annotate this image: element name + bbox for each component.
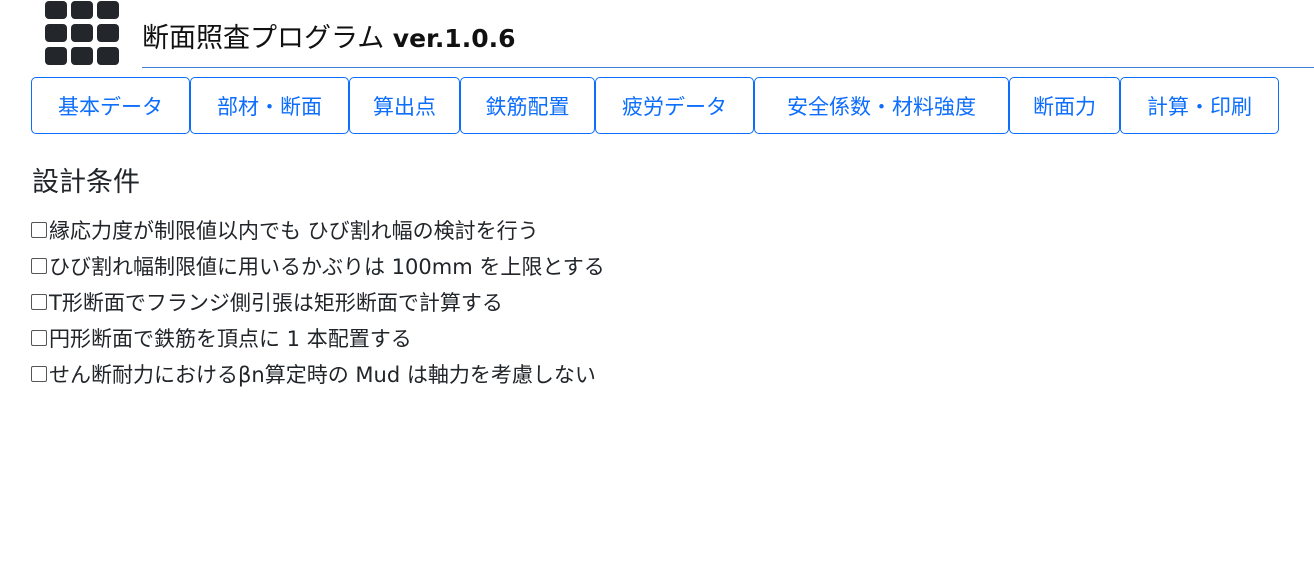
- checkbox[interactable]: [31, 366, 47, 382]
- option-label: ひび割れ幅制限値に用いるかぶりは 100mm を上限とする: [49, 255, 605, 279]
- grid-icon: [45, 1, 119, 65]
- tab-rebar-layout[interactable]: 鉄筋配置: [460, 77, 595, 134]
- option-cover-limit[interactable]: ひび割れ幅制限値に用いるかぶりは 100mm を上限とする: [31, 248, 605, 284]
- tab-section-forces[interactable]: 断面力: [1009, 77, 1120, 134]
- app-title-text: 断面照査プログラム: [142, 23, 385, 54]
- design-conditions-list: 縁応力度が制限値以内でも ひび割れ幅の検討を行う ひび割れ幅制限値に用いるかぶり…: [31, 212, 605, 392]
- option-label: 縁応力度が制限値以内でも ひび割れ幅の検討を行う: [49, 219, 539, 243]
- option-label: せん断耐力におけるβn算定時の Mud は軸力を考慮しない: [49, 363, 596, 387]
- option-mud-no-axial[interactable]: せん断耐力におけるβn算定時の Mud は軸力を考慮しない: [31, 356, 605, 392]
- tab-fatigue-data[interactable]: 疲労データ: [595, 77, 754, 134]
- tab-safety-factors[interactable]: 安全係数・材料強度: [754, 77, 1009, 134]
- tab-basic-data[interactable]: 基本データ: [31, 77, 190, 134]
- main-tab-bar: 基本データ 部材・断面 算出点 鉄筋配置 疲労データ 安全係数・材料強度 断面力…: [31, 77, 1279, 134]
- tab-calc-points[interactable]: 算出点: [349, 77, 460, 134]
- checkbox[interactable]: [31, 222, 47, 238]
- app-version: ver.1.0.6: [392, 24, 516, 53]
- app-title: 断面照査プログラム ver.1.0.6: [142, 20, 516, 58]
- option-crack-width-check[interactable]: 縁応力度が制限値以内でも ひび割れ幅の検討を行う: [31, 212, 605, 248]
- option-label: T形断面でフランジ側引張は矩形断面で計算する: [49, 291, 503, 315]
- tab-member-section[interactable]: 部材・断面: [190, 77, 349, 134]
- checkbox[interactable]: [31, 294, 47, 310]
- app-header: 断面照査プログラム ver.1.0.6: [0, 0, 1314, 70]
- option-circular-rebar-top[interactable]: 円形断面で鉄筋を頂点に 1 本配置する: [31, 320, 605, 356]
- design-conditions-heading: 設計条件: [32, 167, 140, 198]
- tab-calc-print[interactable]: 計算・印刷: [1120, 77, 1279, 134]
- title-divider: [142, 67, 1314, 68]
- option-t-section-rectangular[interactable]: T形断面でフランジ側引張は矩形断面で計算する: [31, 284, 605, 320]
- checkbox[interactable]: [31, 330, 47, 346]
- checkbox[interactable]: [31, 258, 47, 274]
- option-label: 円形断面で鉄筋を頂点に 1 本配置する: [49, 327, 412, 351]
